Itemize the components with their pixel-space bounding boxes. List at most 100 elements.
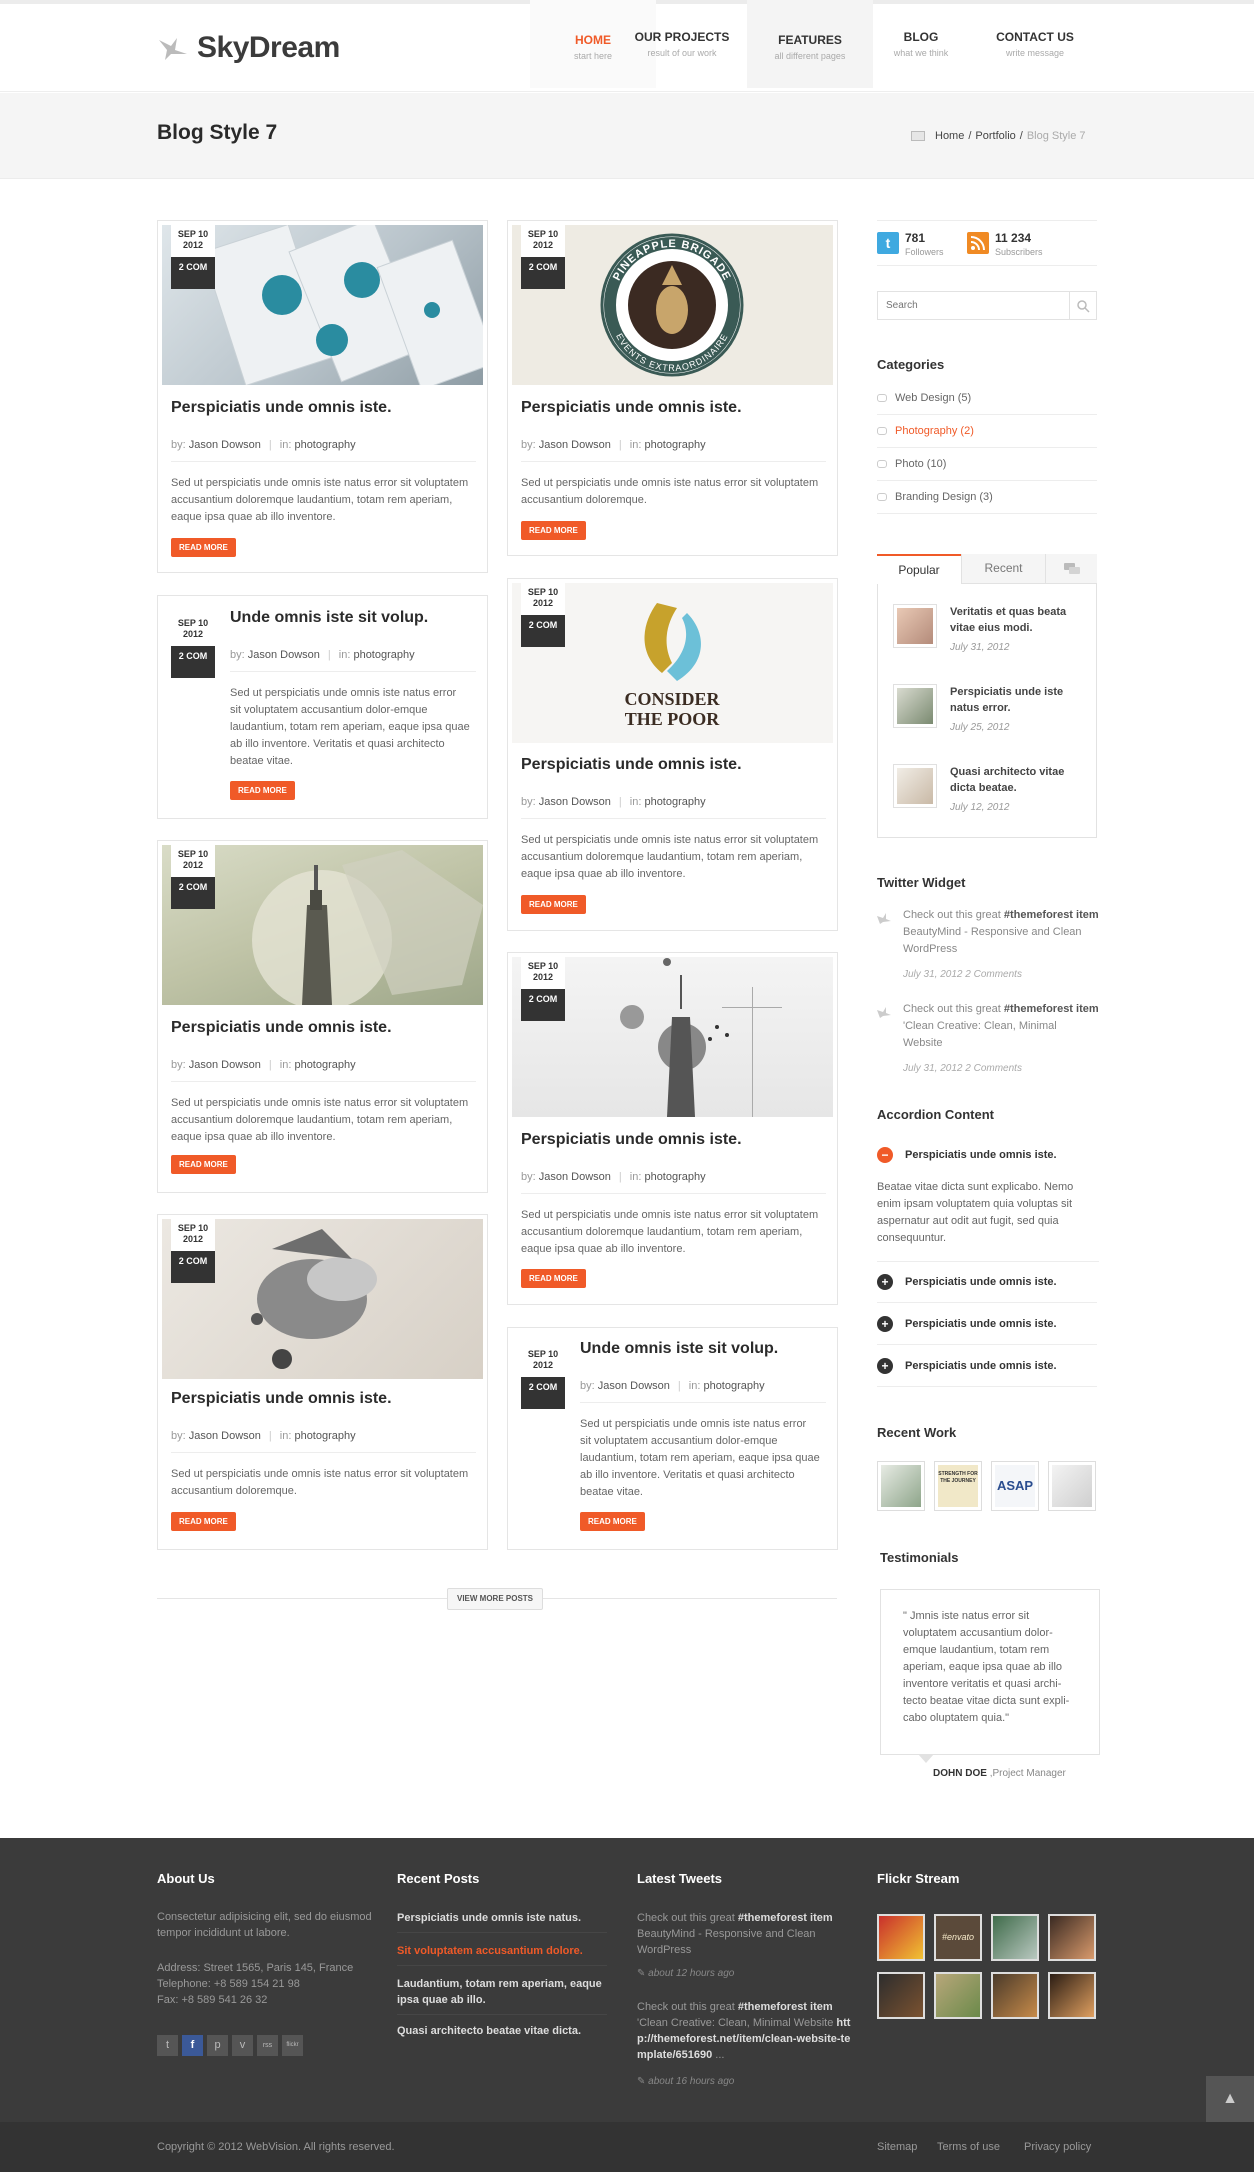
post-title[interactable]: Perspiciatis unde omnis iste. [521, 756, 742, 774]
footer-link-privacy[interactable]: Privacy policy [1024, 2141, 1091, 2153]
popular-post-title[interactable]: Quasi architecto vitae dicta beatae. [950, 764, 1085, 796]
tweet-hashtag[interactable]: #themeforest item [1004, 909, 1099, 921]
tweet-time[interactable]: July 31, 2012 2 Comments [903, 966, 1099, 983]
post-title[interactable]: Perspiciatis unde omnis iste. [171, 1019, 392, 1037]
category-photography[interactable]: Photography (2) [877, 415, 1097, 448]
nav-our-projects[interactable]: OUR PROJECTS result of our work [619, 0, 745, 88]
popular-post[interactable]: Perspiciatis unde iste natus error. July … [893, 684, 1083, 744]
nav-features[interactable]: FEATURES all different pages [747, 0, 873, 88]
post-title[interactable]: Perspiciatis unde omnis iste. [521, 399, 742, 417]
social-vimeo-icon[interactable]: v [232, 2035, 253, 2056]
flickr-photo[interactable]: #envato [934, 1914, 982, 1961]
footer-recent-post[interactable]: Perspiciatis unde omnis iste natus. [397, 1910, 607, 1933]
popular-post-title[interactable]: Perspiciatis unde iste natus error. [950, 684, 1085, 716]
read-more-button[interactable]: READ MORE [230, 781, 295, 800]
comment-count[interactable]: 2 COM [171, 257, 215, 289]
tweet-hashtag[interactable]: #themeforest item [1004, 1003, 1099, 1015]
post-author[interactable]: Jason Dowson [539, 796, 611, 808]
accordion-item[interactable]: + Perspiciatis unde omnis iste. [877, 1303, 1097, 1345]
post-category[interactable]: photography [353, 649, 414, 661]
tweet-hashtag[interactable]: #themeforest item [738, 1912, 833, 1924]
flickr-photo[interactable] [934, 1972, 982, 2019]
tab-popular[interactable]: Popular [877, 554, 961, 584]
post-title[interactable]: Perspiciatis unde omnis iste. [171, 399, 392, 417]
read-more-button[interactable]: READ MORE [171, 1512, 236, 1531]
post-title[interactable]: Unde omnis iste sit volup. [580, 1340, 778, 1358]
post-category[interactable]: photography [644, 1171, 705, 1183]
read-more-button[interactable]: READ MORE [521, 1269, 586, 1288]
back-to-top-button[interactable]: ▲ [1206, 2076, 1254, 2122]
social-rss-icon[interactable]: rss [257, 2035, 278, 2056]
rss-icon[interactable] [967, 232, 989, 254]
footer-link-sitemap[interactable]: Sitemap [877, 2141, 917, 2153]
nav-contact-us[interactable]: CONTACT US write message [972, 0, 1098, 88]
post-category[interactable]: photography [703, 1380, 764, 1392]
tweet-time[interactable]: July 31, 2012 2 Comments [903, 1060, 1099, 1077]
breadcrumb-portfolio[interactable]: Portfolio [975, 130, 1015, 142]
read-more-button[interactable]: READ MORE [580, 1512, 645, 1531]
post-category[interactable]: photography [294, 1430, 355, 1442]
flickr-photo[interactable] [991, 1972, 1039, 2019]
popular-post[interactable]: Veritatis et quas beata vitae eius modi.… [893, 604, 1083, 664]
comment-count[interactable]: 2 COM [171, 646, 215, 678]
post-title[interactable]: Undе omnis iste sit volup. [230, 609, 428, 627]
read-more-button[interactable]: READ MORE [171, 1155, 236, 1174]
flickr-photo[interactable] [1048, 1972, 1096, 2019]
accordion-item-open[interactable]: − Perspiciatis unde omnis iste. [877, 1134, 1097, 1176]
read-more-button[interactable]: READ MORE [521, 895, 586, 914]
footer-link-terms[interactable]: Terms of use [937, 2141, 1000, 2153]
post-author[interactable]: Jason Dowson [539, 439, 611, 451]
post-author[interactable]: Jason Dowson [189, 1430, 261, 1442]
tab-recent[interactable]: Recent [961, 554, 1045, 584]
flickr-photo[interactable] [1048, 1914, 1096, 1961]
nav-blog[interactable]: BLOG what we think [858, 0, 984, 88]
social-facebook-icon[interactable]: f [182, 2035, 203, 2056]
popular-post[interactable]: Quasi architecto vitae dicta beatae. July… [893, 764, 1083, 824]
social-pinterest-icon[interactable]: p [207, 2035, 228, 2056]
category-photo[interactable]: Photo (10) [877, 448, 1097, 481]
view-more-posts-button[interactable]: VIEW MORE POSTS [447, 1588, 544, 1610]
recent-work-thumb[interactable]: STRENGTH FOR THE JOURNEY [934, 1461, 982, 1511]
read-more-button[interactable]: READ MORE [171, 538, 236, 557]
category-branding-design[interactable]: Branding Design (3) [877, 481, 1097, 514]
footer-recent-post[interactable]: Laudantium, totam rem aperiam, eaque ips… [397, 1976, 607, 2015]
flickr-photo[interactable] [877, 1914, 925, 1961]
site-logo[interactable]: SkyDream [157, 26, 340, 70]
comment-count[interactable]: 2 COM [521, 615, 565, 647]
post-author[interactable]: Jason Dowson [189, 1059, 261, 1071]
read-more-button[interactable]: READ MORE [521, 521, 586, 540]
search-button[interactable] [1069, 291, 1097, 320]
comment-count[interactable]: 2 COM [521, 257, 565, 289]
social-flickr-icon[interactable]: flickr [282, 2035, 303, 2056]
breadcrumb-home[interactable]: Home [935, 130, 964, 142]
post-title[interactable]: Perspiciatis unde omnis iste. [171, 1390, 392, 1408]
flickr-photo[interactable] [991, 1914, 1039, 1961]
comment-count[interactable]: 2 COM [171, 1251, 215, 1283]
footer-recent-post[interactable]: Sit voluptatem accusantium dolore. [397, 1943, 607, 1966]
footer-recent-post[interactable]: Quasi architecto beatae vitae dicta. [397, 2023, 607, 2045]
post-title[interactable]: Perspiciatis unde omnis iste. [521, 1131, 742, 1149]
recent-work-thumb[interactable] [1048, 1461, 1096, 1511]
comment-count[interactable]: 2 COM [171, 877, 215, 909]
post-author[interactable]: Jason Dowson [539, 1171, 611, 1183]
post-category[interactable]: photography [294, 1059, 355, 1071]
social-twitter-icon[interactable]: t [157, 2035, 178, 2056]
comment-count[interactable]: 2 COM [521, 989, 565, 1021]
post-category[interactable]: photography [294, 439, 355, 451]
recent-work-thumb[interactable] [877, 1461, 925, 1511]
post-author[interactable]: Jason Dowson [598, 1380, 670, 1392]
tweet-hashtag[interactable]: #themeforest item [738, 2001, 833, 2013]
twitter-icon[interactable]: t [877, 232, 899, 254]
tab-comments[interactable] [1045, 554, 1097, 584]
post-author[interactable]: Jason Dowson [189, 439, 261, 451]
flickr-photo[interactable] [877, 1972, 925, 2019]
accordion-item[interactable]: + Perspiciatis unde omnis iste. [877, 1261, 1097, 1303]
post-author[interactable]: Jason Dowson [248, 649, 320, 661]
category-web-design[interactable]: Web Design (5) [877, 382, 1097, 415]
post-category[interactable]: photography [644, 796, 705, 808]
comment-count[interactable]: 2 COM [521, 1377, 565, 1409]
search-input[interactable] [877, 291, 1070, 320]
recent-work-thumb[interactable]: ASAP [991, 1461, 1039, 1511]
popular-post-title[interactable]: Veritatis et quas beata vitae eius modi. [950, 604, 1085, 636]
post-category[interactable]: photography [644, 439, 705, 451]
